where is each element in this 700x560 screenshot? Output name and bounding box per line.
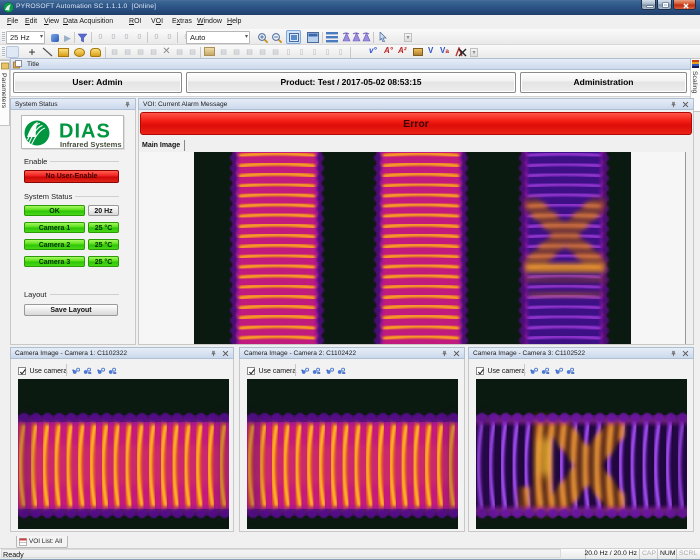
- svg-text:Infrared Systems: Infrared Systems: [60, 140, 122, 149]
